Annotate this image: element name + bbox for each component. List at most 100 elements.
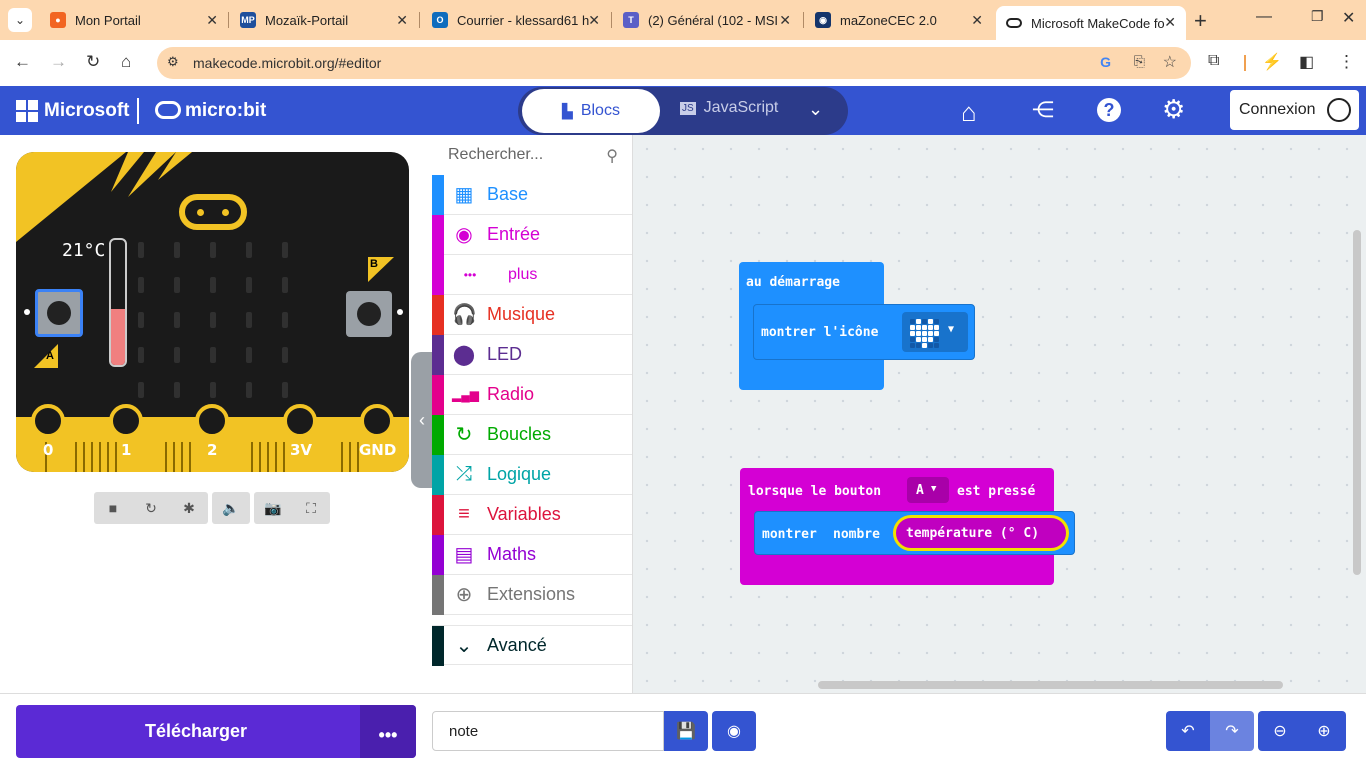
restart-icon[interactable]: ↻ xyxy=(132,500,170,517)
browser-tab-mazonecec[interactable]: ◉ maZoneCEC 2.0 ✕ xyxy=(805,4,993,36)
on-start-block[interactable]: au démarrage montrer l'icône ▼ xyxy=(739,262,975,390)
github-button[interactable]: ◉ xyxy=(712,711,756,751)
forward-icon[interactable]: → xyxy=(50,52,67,72)
toolbox-category-base[interactable]: ▦ Base xyxy=(432,175,632,215)
browser-tab-makecode[interactable]: Microsoft MakeCode fo ✕ xyxy=(996,6,1186,40)
share-icon[interactable]: ⋲ xyxy=(1032,97,1054,123)
debug-icon[interactable]: ✱ xyxy=(170,500,208,517)
toolbox-category-maths[interactable]: ▤ Maths xyxy=(432,535,632,575)
toolbox-category-logique[interactable]: ⤮ Logique xyxy=(432,455,632,495)
led-2-4 xyxy=(282,312,288,328)
toolbox-category-boucles[interactable]: ↻ Boucles xyxy=(432,415,632,455)
browser-tab-teams[interactable]: T (2) Général (102 - MSI ✕ xyxy=(613,4,801,36)
back-icon[interactable]: ← xyxy=(14,52,31,72)
connexion-button[interactable]: Connexion xyxy=(1230,90,1359,130)
pin-3v[interactable] xyxy=(283,404,317,438)
led-4-0 xyxy=(138,382,144,398)
restore-icon[interactable]: ❐ xyxy=(1311,8,1324,25)
temperature-slider[interactable] xyxy=(109,238,127,367)
fullscreen-icon[interactable]: ⛶ xyxy=(292,500,330,517)
chrome-menu-icon[interactable]: ⋮ xyxy=(1338,52,1355,72)
toolbox-category-entrée[interactable]: ◉ Entrée xyxy=(432,215,632,255)
address-bar[interactable]: ⚙ makecode.microbit.org/#editor G ⎘ ☆ xyxy=(157,47,1191,79)
close-tab-icon[interactable]: ✕ xyxy=(971,12,983,29)
microsoft-brand[interactable]: Microsoft xyxy=(44,100,130,122)
search-icon[interactable]: ⚲ xyxy=(606,146,618,166)
zoom-out-button[interactable]: ⊖ xyxy=(1258,711,1302,751)
collapse-simulator-icon[interactable]: ‹ xyxy=(411,352,433,488)
site-info-icon[interactable]: ⚙ xyxy=(167,54,179,70)
home-icon[interactable]: ⌂ xyxy=(121,52,131,72)
toolbox-category-musique[interactable]: 🎧 Musique xyxy=(432,295,632,335)
home-icon[interactable]: ⌂ xyxy=(961,97,977,128)
button-b[interactable] xyxy=(346,291,392,337)
zoom-in-button[interactable]: ⊕ xyxy=(1302,711,1346,751)
microbit-brand[interactable]: micro:bit xyxy=(185,100,266,122)
bookmark-star-icon[interactable]: ☆ xyxy=(1163,52,1177,72)
performance-icon[interactable]: ⚡ xyxy=(1262,52,1282,72)
simulator-controls: ■ ↻ ✱ xyxy=(94,492,208,524)
horizontal-scrollbar[interactable] xyxy=(818,681,1283,689)
toolbox-category-plus[interactable]: ••• plus xyxy=(432,255,632,295)
download-button[interactable]: Télécharger ••• xyxy=(16,705,416,758)
project-name-input[interactable]: note xyxy=(432,711,664,751)
led-4-3 xyxy=(246,382,252,398)
toolbox-category-radio[interactable]: ▂▄▆ Radio xyxy=(432,375,632,415)
javascript-tab[interactable]: JS JavaScript xyxy=(680,99,778,117)
reload-icon[interactable]: ↻ xyxy=(86,52,100,72)
show-icon-block[interactable]: montrer l'icône ▼ xyxy=(753,304,975,360)
redo-button[interactable]: ↷ xyxy=(1210,711,1254,751)
show-label: montrer xyxy=(762,527,817,542)
toolbox-category-avancé[interactable]: ⌄ Avancé xyxy=(432,625,632,666)
tab-search-button[interactable]: ⌄ xyxy=(8,8,32,32)
led-1-0 xyxy=(138,277,144,293)
pin-1[interactable] xyxy=(109,404,143,438)
vertical-scrollbar[interactable] xyxy=(1353,230,1361,575)
browser-tab-outlook[interactable]: O Courrier - klessard61 h ✕ xyxy=(422,4,610,36)
settings-gear-icon[interactable]: ⚙ xyxy=(1162,94,1185,125)
help-icon[interactable]: ? xyxy=(1097,98,1121,122)
toolbox-search[interactable]: Rechercher... ⚲ xyxy=(432,135,632,175)
close-tab-icon[interactable]: ✕ xyxy=(206,12,218,29)
install-app-icon[interactable]: ⎘ xyxy=(1134,53,1145,70)
new-tab-icon[interactable]: + xyxy=(1194,8,1207,34)
browser-tab-mon-portail[interactable]: ● Mon Portail ✕ xyxy=(40,4,228,36)
icon-picker[interactable]: ▼ xyxy=(902,312,968,352)
side-panel-icon[interactable]: ◧ xyxy=(1299,52,1314,72)
toolbox-category-extensions[interactable]: ⊕ Extensions xyxy=(432,575,632,615)
pin-2[interactable] xyxy=(195,404,229,438)
google-lens-icon[interactable]: G xyxy=(1100,54,1111,70)
download-menu-button[interactable]: ••• xyxy=(360,705,416,758)
close-tab-icon[interactable]: ✕ xyxy=(396,12,408,29)
button-select-dropdown[interactable]: A ▼ xyxy=(907,477,949,503)
more-icon: ••• xyxy=(463,267,477,282)
save-button[interactable]: 💾 xyxy=(664,711,708,751)
blocks-tab[interactable]: ▙ Blocs xyxy=(522,89,660,133)
temperature-reporter-block[interactable]: température (° C) xyxy=(893,515,1069,551)
close-tab-icon[interactable]: ✕ xyxy=(588,12,600,29)
button-a[interactable] xyxy=(35,289,83,337)
extensions-icon[interactable]: ⧉ xyxy=(1208,52,1219,70)
language-dropdown-icon[interactable]: ⌄ xyxy=(808,99,823,120)
pin-0-label: 0 xyxy=(43,441,54,459)
toolbox-category-led[interactable]: ⬤ LED xyxy=(432,335,632,375)
on-button-pressed-block[interactable]: lorsque le bouton A ▼ est pressé montrer… xyxy=(740,468,1075,585)
browser-tab-mozaik[interactable]: MP Mozaïk-Portail ✕ xyxy=(230,4,418,36)
close-window-icon[interactable]: ✕ xyxy=(1342,8,1355,28)
screenshot-icon[interactable]: 📷 xyxy=(254,500,292,517)
undo-icon: ↶ xyxy=(1181,723,1195,740)
show-number-block[interactable]: montrer nombre température (° C) xyxy=(754,511,1075,555)
teams-favicon-icon: T xyxy=(623,12,639,28)
stop-icon[interactable]: ■ xyxy=(94,500,132,516)
sound-icon[interactable]: 🔈 xyxy=(212,500,250,517)
undo-button[interactable]: ↶ xyxy=(1166,711,1210,751)
pin-0[interactable] xyxy=(31,404,65,438)
microbit-logo-touch[interactable] xyxy=(179,194,247,230)
close-tab-icon[interactable]: ✕ xyxy=(779,12,791,29)
minimize-icon[interactable]: — xyxy=(1256,8,1272,26)
close-tab-icon[interactable]: ✕ xyxy=(1164,14,1176,31)
blocks-workspace[interactable]: au démarrage montrer l'icône ▼ lorsque l… xyxy=(633,135,1366,693)
toolbox-category-variables[interactable]: ≡ Variables xyxy=(432,495,632,535)
js-icon: JS xyxy=(680,101,696,115)
pin-gnd[interactable] xyxy=(360,404,394,438)
